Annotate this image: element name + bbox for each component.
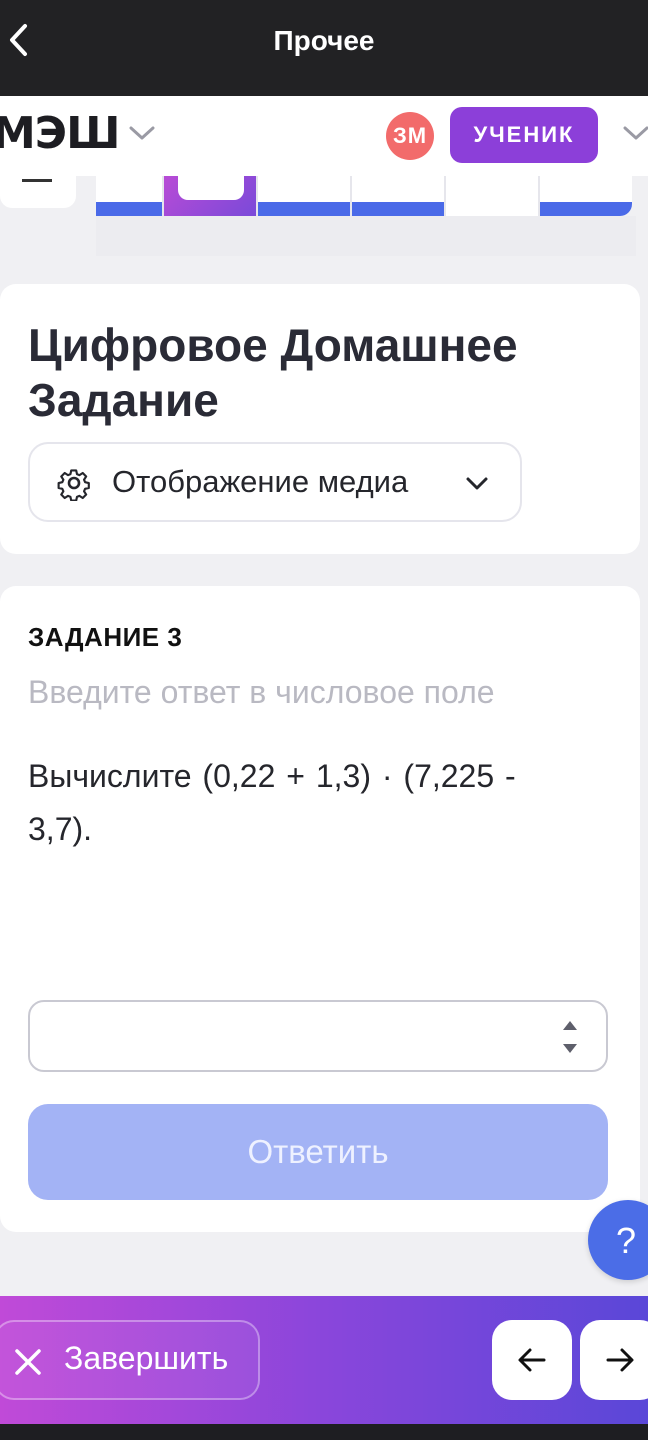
page-header-title: Прочее bbox=[273, 25, 375, 56]
task-number-label: ЗАДАНИЕ 3 bbox=[28, 622, 183, 652]
gear-icon bbox=[57, 469, 90, 501]
previous-task-button[interactable] bbox=[492, 1320, 572, 1400]
avatar[interactable]: ЗМ bbox=[386, 112, 434, 160]
system-nav-strip bbox=[0, 1424, 648, 1440]
number-stepper-icon[interactable] bbox=[560, 1016, 580, 1058]
chevron-down-icon bbox=[129, 126, 155, 140]
task-nav-menu-button[interactable] bbox=[0, 176, 76, 208]
close-icon bbox=[15, 1349, 41, 1375]
arrow-right-icon bbox=[606, 1348, 634, 1372]
arrow-left-icon bbox=[518, 1348, 546, 1372]
task-nav-item-active[interactable] bbox=[164, 176, 258, 216]
finish-button[interactable]: Завершить bbox=[0, 1320, 260, 1400]
logo[interactable]: МЭШ bbox=[0, 108, 120, 159]
finish-button-label: Завершить bbox=[64, 1340, 229, 1376]
task-nav-item[interactable] bbox=[258, 176, 352, 216]
site-header: МЭШ ЗМ УЧЕНИК bbox=[0, 96, 648, 176]
help-icon: ? bbox=[616, 1220, 637, 1261]
task-question: Вычислите (0,22 + 1,3) · (7,225 - 3,7). bbox=[28, 758, 516, 847]
numeric-answer-field[interactable] bbox=[28, 1000, 608, 1072]
role-menu-button[interactable] bbox=[622, 124, 648, 147]
task-nav-item[interactable] bbox=[446, 176, 540, 216]
task-nav-shadow bbox=[96, 216, 636, 256]
menu-icon bbox=[22, 176, 52, 182]
page-title: Цифровое Домашнее Задание bbox=[28, 319, 518, 426]
task-nav-strip bbox=[96, 176, 632, 216]
media-display-label: Отображение медиа bbox=[112, 464, 409, 499]
task-hint: Введите ответ в числовое поле bbox=[28, 674, 495, 710]
chevron-down-icon bbox=[466, 477, 488, 490]
app-top-bar: Прочее bbox=[0, 0, 648, 96]
homework-title-card: Цифровое Домашнее Задание Отображение ме… bbox=[0, 284, 640, 554]
task-nav-item[interactable] bbox=[352, 176, 446, 216]
task-nav-item[interactable] bbox=[540, 176, 632, 216]
role-button[interactable]: УЧЕНИК bbox=[450, 107, 598, 163]
back-button[interactable] bbox=[4, 22, 32, 58]
chevron-down-icon bbox=[623, 126, 648, 140]
task-card: ЗАДАНИЕ 3 Введите ответ в числовое поле … bbox=[0, 586, 640, 1232]
submit-answer-button[interactable]: Ответить bbox=[28, 1104, 608, 1200]
media-display-dropdown[interactable]: Отображение медиа bbox=[28, 442, 522, 522]
chevron-left-icon bbox=[10, 24, 27, 56]
task-nav-item[interactable] bbox=[96, 176, 164, 216]
next-task-button[interactable] bbox=[580, 1320, 648, 1400]
logo-menu-button[interactable] bbox=[128, 124, 156, 147]
bottom-action-bar: Завершить bbox=[0, 1296, 648, 1424]
answer-input[interactable] bbox=[46, 1014, 546, 1058]
